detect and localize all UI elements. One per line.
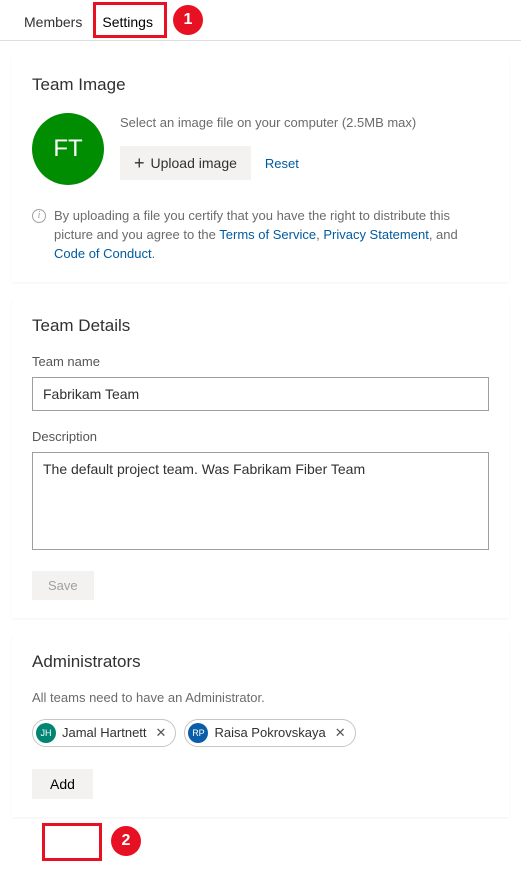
administrators-card: Administrators All teams need to have an… [12,634,509,817]
privacy-link[interactable]: Privacy Statement [323,227,429,242]
plus-icon: + [134,154,145,172]
info-icon: i [32,209,46,223]
team-avatar: FT [32,113,104,185]
upload-hint: Select an image file on your computer (2… [120,115,489,130]
admin-chip[interactable]: RP Raisa Pokrovskaya ✕ [184,719,355,747]
tos-link[interactable]: Terms of Service [219,227,316,242]
team-details-card: Team Details Team name Description The d… [12,298,509,618]
description-label: Description [32,429,489,444]
reset-image-link[interactable]: Reset [265,156,299,171]
team-details-title: Team Details [32,316,489,336]
team-image-title: Team Image [32,75,489,95]
save-button[interactable]: Save [32,571,94,600]
admin-avatar: RP [188,723,208,743]
description-textarea[interactable]: The default project team. Was Fabrikam F… [32,452,489,550]
administrators-list: JH Jamal Hartnett ✕ RP Raisa Pokrovskaya ✕ [32,719,489,747]
admin-avatar: JH [36,723,56,743]
team-name-input[interactable] [32,377,489,411]
team-image-card: Team Image FT Select an image file on yo… [12,57,509,282]
admin-chip[interactable]: JH Jamal Hartnett ✕ [32,719,176,747]
upload-image-button[interactable]: + Upload image [120,146,251,180]
callout-box-2 [42,823,102,861]
tabs: Members Settings [0,0,521,41]
administrators-title: Administrators [32,652,489,672]
upload-image-label: Upload image [151,155,237,171]
remove-admin-icon[interactable]: ✕ [153,725,170,741]
admin-name: Jamal Hartnett [62,725,147,740]
admin-name: Raisa Pokrovskaya [214,725,325,740]
administrators-helper: All teams need to have an Administrator. [32,690,489,705]
code-of-conduct-link[interactable]: Code of Conduct [54,246,152,261]
tab-members[interactable]: Members [14,6,92,40]
upload-disclaimer: By uploading a file you certify that you… [54,207,489,264]
team-name-label: Team name [32,354,489,369]
callout-badge-2: 2 [111,826,141,856]
add-administrator-button[interactable]: Add [32,769,93,799]
tab-settings[interactable]: Settings [92,6,163,40]
remove-admin-icon[interactable]: ✕ [332,725,349,741]
